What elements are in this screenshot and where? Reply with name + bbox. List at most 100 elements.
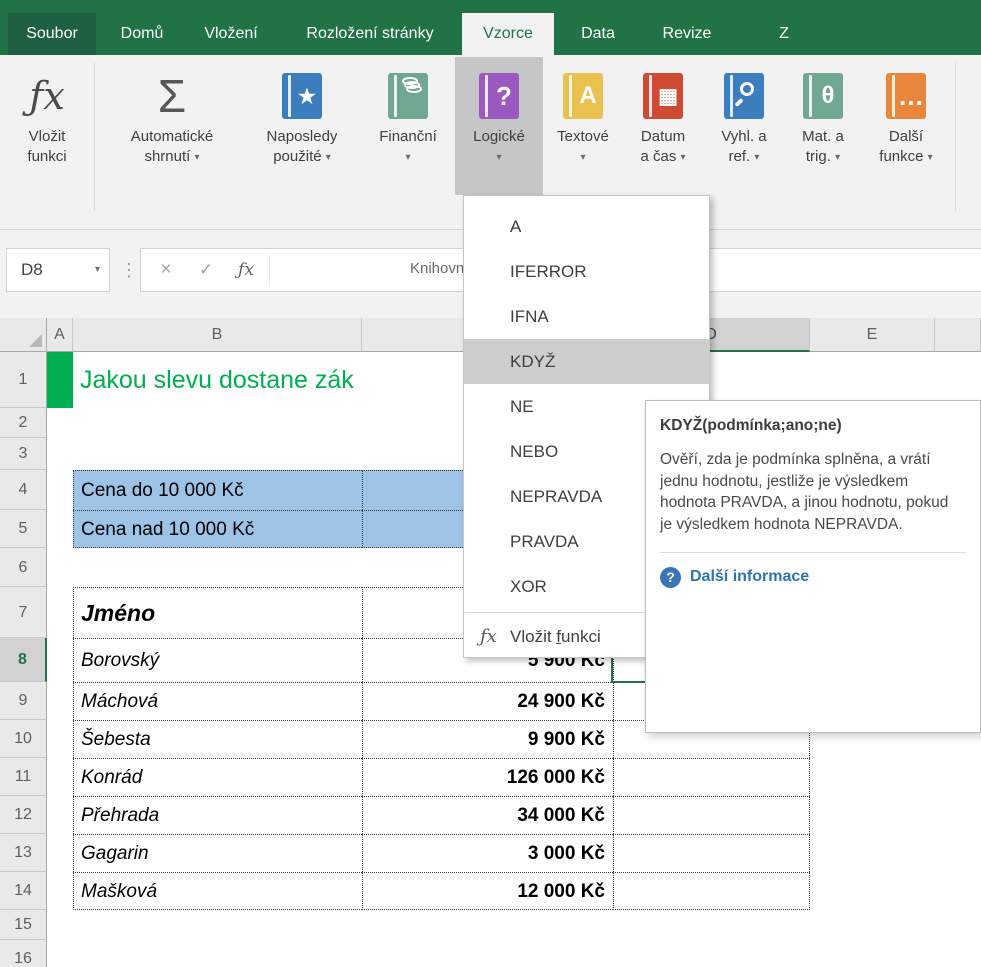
tab-vzorce[interactable]: Vzorce — [462, 13, 554, 55]
row-header-1[interactable]: 1 — [0, 352, 47, 408]
cell-b12[interactable]: Přehrada — [73, 796, 362, 834]
row-header-8[interactable]: 8 — [0, 638, 47, 682]
row-header-5[interactable]: 5 — [0, 510, 47, 548]
tab-zobrazeni[interactable]: Z — [770, 13, 798, 55]
dropdown-arrow-icon: ▾ — [405, 152, 410, 163]
cell-b13[interactable]: Gagarin — [73, 834, 362, 872]
row-header-3[interactable]: 3 — [0, 438, 47, 470]
cell-b8[interactable]: Borovský — [73, 638, 362, 682]
cell-d14[interactable] — [613, 872, 810, 910]
cancel-icon[interactable]: × — [149, 249, 183, 291]
row-header-9[interactable]: 9 — [0, 682, 47, 720]
cell-b11[interactable]: Konrád — [73, 758, 362, 796]
book-question-icon: ? — [479, 73, 519, 119]
cell-c11[interactable]: 126 000 Kč — [362, 758, 613, 796]
row-header-6[interactable]: 6 — [0, 548, 47, 587]
tab-rozlozeni-stranky[interactable]: Rozložení stránky — [292, 13, 448, 55]
cell-b7[interactable]: Jméno — [73, 587, 362, 638]
cell-c13[interactable]: 3 000 Kč — [362, 834, 613, 872]
menu-item-ifna[interactable]: IFNA — [464, 294, 709, 339]
menu-item-a[interactable]: A — [464, 204, 709, 249]
book-calendar-icon: ▦ — [643, 73, 683, 119]
row-header-7[interactable]: 7 — [0, 587, 47, 638]
button-label: Naposledy — [267, 128, 338, 145]
insert-function-icon[interactable]: ƒx — [229, 249, 263, 291]
help-icon: ? — [660, 567, 681, 588]
ribbon-tab-bar: Soubor Domů Vložení Rozložení stránky Vz… — [0, 0, 981, 55]
lookup-reference-button[interactable]: Vyhl. a ref. ▾ — [706, 57, 782, 195]
tooltip-description: Ověří, zda je podmínka splněna, a vrátí … — [660, 449, 960, 536]
ribbon-separator — [955, 63, 956, 211]
row-header-11[interactable]: 11 — [0, 758, 47, 796]
column-header-b[interactable]: B — [73, 318, 362, 352]
button-label: Finanční — [379, 128, 437, 145]
dropdown-arrow-icon: ▾ — [326, 152, 331, 163]
button-label: Vložit — [29, 128, 66, 145]
more-info-link[interactable]: ? Další informace — [660, 567, 966, 588]
button-label: funkce — [879, 148, 923, 165]
tab-revize[interactable]: Revize — [648, 13, 726, 55]
menu-item-kdyz[interactable]: KDYŽ — [464, 339, 709, 384]
financial-functions-button[interactable]: Finanční ▾ — [362, 57, 454, 195]
row-header-15[interactable]: 15 — [0, 910, 47, 940]
sigma-icon: Σ — [158, 69, 186, 123]
cell-d11[interactable] — [613, 758, 810, 796]
book-magnifier-icon — [724, 73, 764, 119]
tooltip-divider — [660, 552, 966, 553]
name-box[interactable]: D8 ▾ — [6, 248, 110, 292]
row-header-10[interactable]: 10 — [0, 720, 47, 758]
cell-b14[interactable]: Mašková — [73, 872, 362, 910]
book-star-icon: ★ — [282, 73, 322, 119]
cell-c10[interactable]: 9 900 Kč — [362, 720, 613, 758]
row-header-12[interactable]: 12 — [0, 796, 47, 834]
logical-functions-button[interactable]: ? Logické ▾ — [455, 57, 543, 195]
column-header-a[interactable]: A — [47, 318, 73, 352]
text-functions-button[interactable]: A Textové ▾ — [546, 57, 620, 195]
cell-c14[interactable]: 12 000 Kč — [362, 872, 613, 910]
autosum-button[interactable]: Σ Automatické shrnutí ▾ — [104, 57, 240, 195]
tab-data[interactable]: Data — [570, 13, 626, 55]
cell-b10[interactable]: Šebesta — [73, 720, 362, 758]
select-all-corner[interactable] — [0, 318, 47, 352]
insert-function-button[interactable]: ƒx Vložit funkci — [8, 57, 86, 195]
button-label: Logické — [473, 128, 525, 145]
recently-used-button[interactable]: ★ Naposledy použité ▾ — [246, 57, 358, 195]
column-header-f[interactable] — [935, 318, 981, 352]
button-label: Další — [889, 128, 923, 145]
cell-c9[interactable]: 24 900 Kč — [362, 682, 613, 720]
tab-vlozeni[interactable]: Vložení — [194, 13, 268, 55]
cell-b5[interactable]: Cena nad 10 000 Kč — [73, 510, 362, 548]
cell-d13[interactable] — [613, 834, 810, 872]
cell-d12[interactable] — [613, 796, 810, 834]
row-header-2[interactable]: 2 — [0, 408, 47, 438]
button-label: Mat. a — [802, 128, 844, 145]
menu-item-iferror[interactable]: IFERROR — [464, 249, 709, 294]
column-header-e[interactable]: E — [810, 318, 935, 352]
row-header-13[interactable]: 13 — [0, 834, 47, 872]
book-letter-a-icon: A — [563, 73, 603, 119]
tab-soubor[interactable]: Soubor — [8, 13, 96, 55]
math-trig-button[interactable]: θ Mat. a trig. ▾ — [786, 57, 860, 195]
name-box-arrow-icon[interactable]: ▾ — [95, 249, 100, 291]
fx-icon: ƒx — [480, 616, 497, 658]
button-label: ref. — [729, 148, 751, 165]
tooltip-title: KDYŽ(podmínka;ano;ne) — [660, 417, 966, 435]
book-coins-icon — [388, 73, 428, 119]
row-header-14[interactable]: 14 — [0, 872, 47, 910]
dropdown-arrow-icon: ▾ — [681, 152, 686, 163]
button-label: Datum — [641, 128, 685, 145]
more-functions-button[interactable]: … Další funkce ▾ — [864, 57, 948, 195]
row-header-4[interactable]: 4 — [0, 470, 47, 510]
formula-bar-grip[interactable]: ⋮ — [120, 248, 138, 292]
cell-b9[interactable]: Máchová — [73, 682, 362, 720]
excel-window: Soubor Domů Vložení Rozložení stránky Vz… — [0, 0, 981, 967]
cell-b4[interactable]: Cena do 10 000 Kč — [73, 470, 362, 510]
date-time-functions-button[interactable]: ▦ Datum a čas ▾ — [624, 57, 702, 195]
cell-a1[interactable] — [47, 352, 73, 408]
tab-domu[interactable]: Domů — [112, 13, 172, 55]
enter-icon[interactable]: ✓ — [189, 249, 223, 291]
button-label: použité — [273, 148, 321, 165]
row-header-16[interactable]: 16 — [0, 940, 47, 967]
button-label: shrnutí — [144, 148, 190, 165]
cell-c12[interactable]: 34 000 Kč — [362, 796, 613, 834]
